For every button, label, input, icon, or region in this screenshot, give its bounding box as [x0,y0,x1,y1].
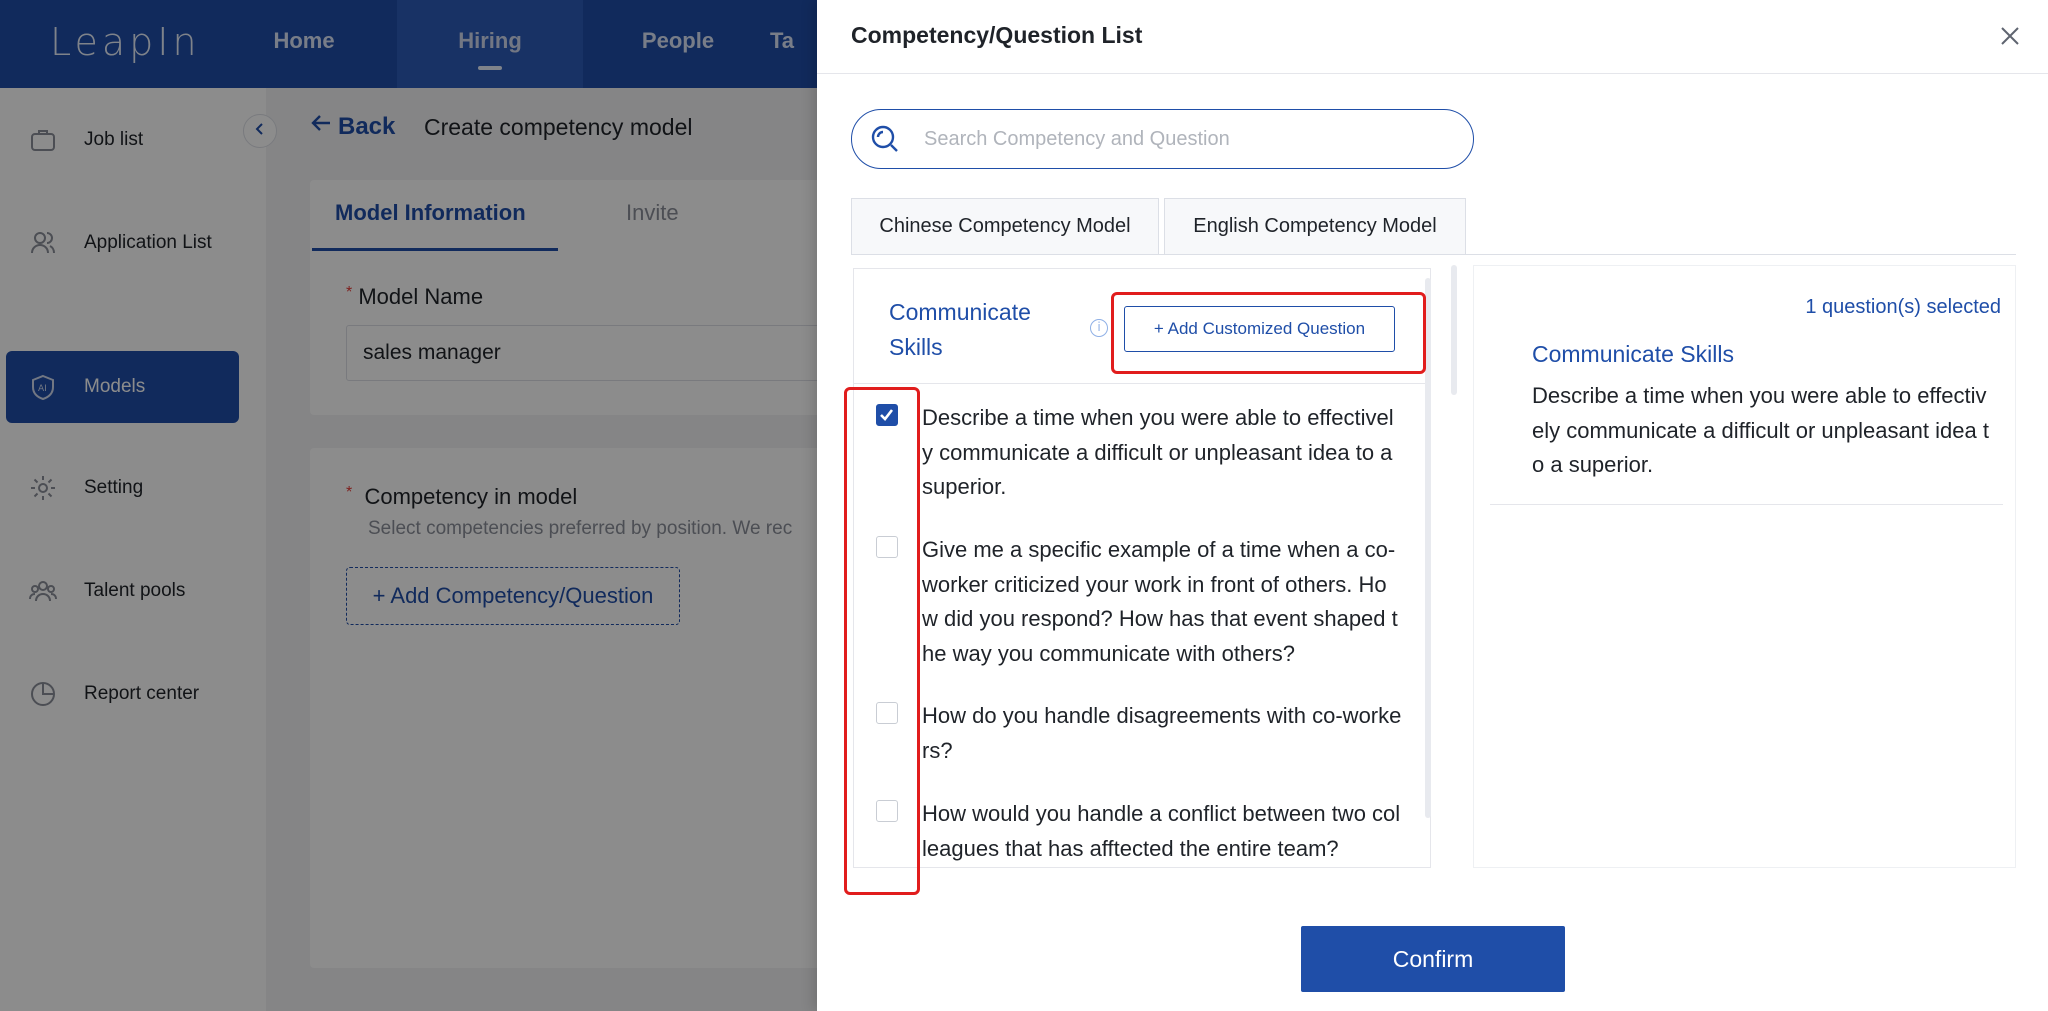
question-text: Describe a time when you were able to ef… [922,405,1394,499]
drawer-title: Competency/Question List [851,22,1143,48]
close-button[interactable] [1996,22,2024,50]
tabs-divider [851,254,2016,255]
search-box[interactable] [851,109,1474,169]
selected-competency-name: Communicate Skills [1532,341,1734,367]
question-text: How would you handle a conflict between … [922,801,1401,861]
question-item[interactable]: Give me a specific example of a time whe… [854,533,1430,703]
selected-count: 1 question(s) selected [1805,296,2001,318]
modal-overlay[interactable] [0,0,817,1011]
question-item[interactable]: Describe a time when you were able to ef… [854,401,1430,531]
info-icon[interactable]: i [1090,319,1108,337]
search-icon [870,124,900,154]
selected-questions-panel: 1 question(s) selected Communicate Skill… [1473,265,2016,868]
confirm-button[interactable]: Confirm [1301,926,1565,992]
highlight-box-checkboxes [844,387,920,895]
highlight-box-add-customized [1111,292,1426,374]
selected-divider [1490,504,2003,505]
drawer-header-divider [817,73,2048,74]
tab-chinese-competency-model[interactable]: Chinese Competency Model [851,198,1159,255]
question-text: Give me a specific example of a time whe… [922,537,1398,666]
tab-english-competency-model[interactable]: English Competency Model [1164,198,1466,255]
selected-question-text: Describe a time when you were able to ef… [1532,383,1989,477]
question-text: How do you handle disagreements with co-… [922,703,1402,763]
competency-name[interactable]: Communicate Skills [889,295,1031,365]
panel-scrollbar[interactable] [1451,265,1457,395]
search-input[interactable] [922,126,1446,152]
close-icon [1996,27,2024,54]
question-item[interactable]: How do you handle disagreements with co-… [854,699,1430,789]
question-item[interactable]: How would you handle a conflict between … [854,797,1430,867]
